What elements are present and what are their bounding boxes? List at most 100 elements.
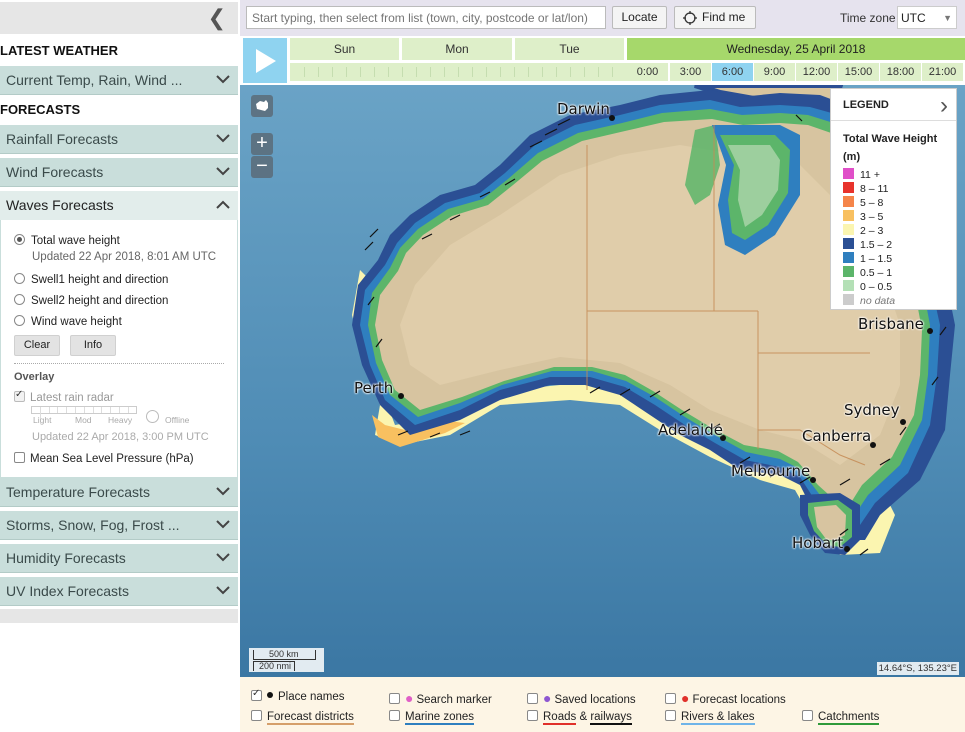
- accordion-current-label: Current Temp, Rain, Wind ...: [6, 72, 183, 88]
- accordion-temperature[interactable]: Temperature Forecasts: [0, 478, 238, 507]
- place-hobart: Hobart: [792, 534, 844, 552]
- hour-21[interactable]: 21:00: [922, 63, 963, 81]
- chevron-down-icon: [216, 75, 230, 84]
- legend-item: 8 – 11: [843, 182, 888, 195]
- toggle-marine-zones[interactable]: Marine zones: [389, 710, 475, 725]
- hour-15[interactable]: 15:00: [838, 63, 879, 81]
- legend-label: no data: [860, 295, 896, 307]
- option-swell2[interactable]: Swell2 height and direction: [14, 294, 168, 307]
- legend-swatch: [843, 294, 854, 305]
- hour-9[interactable]: 9:00: [754, 63, 795, 81]
- location-search-input[interactable]: [246, 6, 606, 29]
- info-button[interactable]: Info: [70, 335, 116, 356]
- accordion-wind[interactable]: Wind Forecasts: [0, 158, 238, 187]
- accordion-waves[interactable]: Waves Forecasts: [0, 191, 238, 220]
- option-wind-wave[interactable]: Wind wave height: [14, 315, 122, 328]
- toggle-roads-railways[interactable]: Roads & railways: [527, 710, 632, 725]
- hour-3[interactable]: 3:00: [670, 63, 711, 81]
- hour-0[interactable]: 0:00: [627, 63, 668, 81]
- label: Rivers & lakes: [681, 711, 755, 725]
- radio[interactable]: [14, 273, 25, 284]
- roads-label: Roads: [543, 711, 577, 725]
- label: Search marker: [416, 694, 492, 706]
- chevron-down-icon: [216, 520, 230, 529]
- toggle-saved-locations[interactable]: ● Saved locations: [527, 690, 636, 706]
- crosshair-icon: [683, 11, 697, 25]
- sidebar-collapse-bar[interactable]: ❮: [0, 2, 238, 34]
- legend-label: 1 – 1.5: [860, 253, 893, 265]
- toggle-catchments[interactable]: Catchments: [802, 710, 880, 725]
- play-button[interactable]: [243, 38, 287, 83]
- radio[interactable]: [14, 294, 25, 305]
- hour-12[interactable]: 12:00: [796, 63, 837, 81]
- rain-radar-toggle[interactable]: Latest rain radar: [14, 389, 114, 404]
- home-view-button[interactable]: [251, 95, 273, 117]
- legend-header[interactable]: LEGEND ›: [831, 89, 956, 121]
- accordion-humidity[interactable]: Humidity Forecasts: [0, 544, 238, 573]
- legend-swatch: [843, 168, 854, 179]
- day-wed-active[interactable]: Wednesday, 25 April 2018: [627, 38, 965, 60]
- timeline: Sun Mon Tue Wednesday, 25 April 2018 0:0…: [240, 36, 965, 85]
- checkbox[interactable]: [389, 710, 400, 721]
- timeline-tick: [514, 67, 515, 77]
- scale-nmi: 200 nmi: [259, 661, 292, 671]
- zoom-out-button[interactable]: −: [251, 156, 273, 178]
- toggle-search-marker[interactable]: ● Search marker: [389, 690, 492, 706]
- legend-label: 0 – 0.5: [860, 281, 893, 293]
- chevron-left-icon[interactable]: ❮: [208, 7, 226, 29]
- latest-weather-heading: LATEST WEATHER: [0, 43, 118, 58]
- overlay-heading: Overlay: [14, 371, 55, 383]
- option-label: Swell2 height and direction: [31, 295, 169, 307]
- toggle-forecast-districts[interactable]: Forecast districts: [251, 710, 354, 725]
- find-me-button[interactable]: Find me: [674, 6, 756, 29]
- radio-selected[interactable]: [14, 234, 25, 245]
- timeline-tick: [402, 67, 403, 77]
- checkbox[interactable]: [665, 710, 676, 721]
- clear-button[interactable]: Clear: [14, 335, 60, 356]
- legend-swatch: [843, 224, 854, 235]
- checkbox[interactable]: [251, 710, 262, 721]
- checkbox[interactable]: [14, 452, 25, 463]
- toggle-forecast-locations[interactable]: ● Forecast locations: [665, 690, 786, 706]
- checkbox[interactable]: [251, 688, 262, 701]
- option-swell1[interactable]: Swell1 height and direction: [14, 273, 168, 286]
- zoom-in-button[interactable]: +: [251, 133, 273, 155]
- checkbox[interactable]: [527, 710, 538, 721]
- timeline-past-strip[interactable]: [290, 63, 627, 81]
- timeline-tick: [584, 67, 585, 77]
- locate-button[interactable]: Locate: [612, 6, 667, 29]
- legend-label: 5 – 8: [860, 197, 884, 209]
- toggle-rivers-lakes[interactable]: Rivers & lakes: [665, 710, 755, 725]
- timeline-tick: [458, 67, 459, 77]
- checkbox[interactable]: [389, 693, 400, 704]
- accordion-rainfall[interactable]: Rainfall Forecasts: [0, 125, 238, 154]
- hour-6-selected[interactable]: 6:00: [712, 63, 753, 81]
- option-label: Swell1 height and direction: [31, 274, 169, 286]
- checkbox[interactable]: [14, 389, 25, 402]
- checkbox[interactable]: [802, 710, 813, 721]
- radio[interactable]: [14, 315, 25, 326]
- option-label: Wind wave height: [31, 316, 122, 328]
- radar-offline-label: Offline: [165, 415, 190, 425]
- toggle-place-names[interactable]: Place names: [251, 688, 344, 703]
- play-icon: [256, 49, 276, 73]
- rain-radar-label: Latest rain radar: [30, 392, 114, 404]
- legend-panel: LEGEND › Total Wave Height (m) 11 + 8 – 1…: [830, 88, 957, 310]
- mslp-toggle[interactable]: Mean Sea Level Pressure (hPa): [14, 452, 194, 465]
- option-total-wave[interactable]: Total wave height: [14, 234, 120, 247]
- accordion-current[interactable]: Current Temp, Rain, Wind ...: [0, 66, 238, 95]
- legend-item: 5 – 8: [843, 196, 884, 209]
- day-tue[interactable]: Tue: [515, 38, 624, 60]
- checkbox[interactable]: [665, 693, 676, 704]
- timeline-tick: [472, 67, 473, 77]
- radar-heavy-label: Heavy: [108, 415, 133, 425]
- day-sun[interactable]: Sun: [290, 38, 399, 60]
- hour-18[interactable]: 18:00: [880, 63, 921, 81]
- checkbox[interactable]: [527, 693, 538, 704]
- accordion-uv[interactable]: UV Index Forecasts: [0, 577, 238, 606]
- timezone-select[interactable]: UTC ▼: [897, 6, 957, 29]
- day-mon[interactable]: Mon: [402, 38, 512, 60]
- map[interactable]: + − Darwin Perth Adelaide Melbourne Canb…: [240, 85, 965, 677]
- chevron-right-icon[interactable]: ›: [940, 92, 948, 120]
- accordion-storms[interactable]: Storms, Snow, Fog, Frost ...: [0, 511, 238, 540]
